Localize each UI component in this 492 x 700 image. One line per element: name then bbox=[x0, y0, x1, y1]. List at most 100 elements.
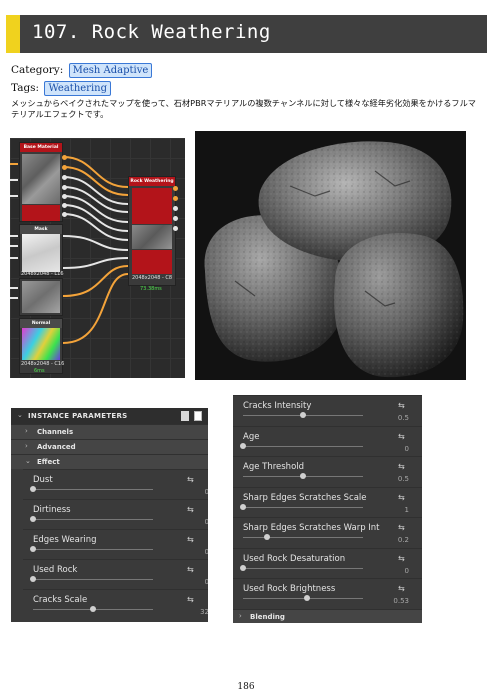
parameter-row: Cracks Intensity ⇆ 0.5 bbox=[233, 395, 422, 425]
reset-icon[interactable]: ⇆ bbox=[398, 432, 405, 441]
reset-icon[interactable]: ⇆ bbox=[398, 554, 405, 563]
reset-icon[interactable]: ⇆ bbox=[398, 462, 405, 471]
slider-track[interactable] bbox=[243, 506, 363, 508]
slider-track[interactable] bbox=[243, 598, 363, 599]
parameter-value[interactable]: 1 bbox=[379, 506, 409, 514]
section-advanced[interactable]: › Advanced bbox=[11, 439, 208, 454]
slider-track[interactable] bbox=[243, 537, 363, 538]
parameter-value[interactable]: 0 bbox=[379, 445, 409, 453]
parameter-value[interactable]: 32 bbox=[179, 608, 208, 616]
slider-track[interactable] bbox=[243, 567, 363, 569]
reset-icon[interactable]: ⇆ bbox=[398, 493, 405, 502]
parameter-value[interactable]: 0.2 bbox=[379, 536, 409, 544]
slider-track[interactable] bbox=[33, 489, 153, 490]
page-title: 107. Rock Weathering bbox=[32, 21, 271, 43]
parameter-value[interactable]: 0 bbox=[179, 548, 208, 556]
parameter-value[interactable]: 0.5 bbox=[379, 475, 409, 483]
export-icon[interactable] bbox=[194, 411, 202, 421]
slider-handle[interactable] bbox=[240, 503, 246, 510]
parameter-label: Age bbox=[243, 431, 260, 442]
gray-map-node[interactable] bbox=[19, 278, 63, 316]
parameter-label: Dust bbox=[33, 475, 53, 485]
parameter-label: Used Rock Brightness bbox=[243, 584, 336, 594]
slider-handle[interactable] bbox=[30, 486, 36, 492]
base-material-node[interactable]: Base Material bbox=[19, 142, 63, 222]
slider-track[interactable] bbox=[33, 579, 153, 580]
slider-handle[interactable] bbox=[240, 564, 246, 571]
slider-handle[interactable] bbox=[300, 473, 306, 479]
parameter-value[interactable]: 0 bbox=[179, 518, 208, 526]
slider-track[interactable] bbox=[33, 549, 153, 550]
section-effect[interactable]: ⌄ Effect bbox=[11, 454, 208, 469]
rock-weathering-node[interactable]: Rock Weathering 2048x2048 - C8 bbox=[128, 176, 176, 286]
parameter-value[interactable]: 0.5 bbox=[379, 414, 409, 422]
node-caption: 2048x2048 - L16 bbox=[21, 271, 64, 277]
slider-track[interactable] bbox=[243, 445, 363, 447]
parameters-panel-continued: Cracks Intensity ⇆ 0.5 Age ⇆ 0 Age Threshold ⇆ 0… bbox=[233, 395, 422, 623]
parameter-row: Used Rock Desaturation ⇆ 0 bbox=[233, 547, 422, 578]
chevron-down-icon[interactable]: ⌄ bbox=[17, 411, 23, 419]
parameter-row: Cracks Scale ⇆ 32 bbox=[23, 589, 208, 619]
reset-icon[interactable]: ⇆ bbox=[187, 565, 194, 574]
panel-title: INSTANCE PARAMETERS bbox=[28, 412, 128, 420]
chevron-right-icon: › bbox=[239, 612, 242, 620]
parameter-label: Sharp Edges Scratches Warp Int bbox=[243, 523, 380, 533]
slider-handle[interactable] bbox=[30, 576, 36, 582]
parameter-row: Sharp Edges Scratches Warp Int ⇆ 0.2 bbox=[233, 517, 422, 547]
parameter-row: Used Rock ⇆ 0 bbox=[23, 559, 208, 589]
parameter-label: Dirtiness bbox=[33, 505, 71, 515]
slider-track[interactable] bbox=[33, 519, 153, 520]
parameter-value[interactable]: 0 bbox=[179, 488, 208, 496]
node-title: Normal bbox=[20, 319, 62, 328]
mask-node[interactable]: Mask 2048x2048 - L16 bbox=[19, 224, 64, 277]
parameter-label: Sharp Edges Scratches Scale bbox=[243, 492, 367, 503]
node-caption: 2048x2048 - C8 bbox=[132, 275, 173, 281]
section-channels[interactable]: › Channels bbox=[11, 424, 208, 439]
parameter-label: Cracks Intensity bbox=[243, 401, 312, 411]
reset-icon[interactable]: ⇆ bbox=[398, 401, 405, 410]
parameter-row: Used Rock Brightness ⇆ 0.53 bbox=[233, 578, 422, 608]
slider-handle[interactable] bbox=[300, 412, 306, 418]
slider-handle[interactable] bbox=[240, 442, 246, 449]
document-icon[interactable] bbox=[181, 411, 189, 421]
node-title: Base Material bbox=[20, 143, 62, 152]
section-label: Advanced bbox=[37, 443, 76, 451]
reset-icon[interactable]: ⇆ bbox=[187, 505, 194, 514]
tag-chip[interactable]: Weathering bbox=[44, 81, 111, 96]
panel-header: ⌄ INSTANCE PARAMETERS bbox=[11, 408, 208, 424]
slider-handle[interactable] bbox=[303, 595, 310, 601]
slider-handle[interactable] bbox=[30, 516, 36, 522]
section-label: Channels bbox=[37, 428, 74, 436]
reset-icon[interactable]: ⇆ bbox=[398, 584, 405, 593]
normal-node[interactable]: Normal 2048x2048 - C16 6ms bbox=[19, 318, 65, 374]
parameter-value[interactable]: 0 bbox=[379, 567, 409, 575]
slider-handle[interactable] bbox=[30, 546, 36, 552]
node-time: 6ms bbox=[34, 368, 45, 374]
reset-icon[interactable]: ⇆ bbox=[187, 475, 194, 484]
slider-handle[interactable] bbox=[90, 606, 96, 612]
category-chip[interactable]: Mesh Adaptive bbox=[68, 63, 153, 78]
section-blending[interactable]: › Blending bbox=[233, 609, 422, 623]
reset-icon[interactable]: ⇆ bbox=[398, 523, 405, 532]
reset-icon[interactable]: ⇆ bbox=[187, 535, 194, 544]
title-accent-bar bbox=[6, 15, 20, 53]
node-title: Mask bbox=[20, 225, 62, 234]
node-title: Rock Weathering bbox=[129, 177, 175, 186]
parameter-row: Edges Wearing ⇆ 0 bbox=[23, 529, 208, 559]
node-graph-image: Base Material Mask 2048x2048 - L16 Norma… bbox=[10, 138, 185, 378]
section-label: Blending bbox=[250, 613, 285, 621]
parameter-value[interactable]: 0.53 bbox=[379, 597, 409, 605]
node-caption: 2048x2048 - C16 bbox=[21, 361, 65, 367]
description: メッシュからベイクされたマップを使って、石材PBRマテリアルの複数チャンネルに対… bbox=[11, 98, 476, 119]
parameter-value[interactable]: 0 bbox=[179, 578, 208, 586]
reset-icon[interactable]: ⇆ bbox=[187, 595, 194, 604]
category-row: Category: Mesh Adaptive bbox=[11, 63, 153, 78]
rock-illustration bbox=[195, 131, 466, 380]
parameter-label: Used Rock bbox=[33, 565, 78, 575]
page-number: 186 bbox=[237, 682, 255, 692]
slider-handle[interactable] bbox=[264, 534, 270, 540]
parameter-row: Dirtiness ⇆ 0 bbox=[23, 499, 208, 529]
tags-label: Tags: bbox=[11, 82, 40, 94]
chevron-right-icon: › bbox=[25, 442, 28, 450]
node-time: 73.38ms bbox=[140, 286, 162, 292]
